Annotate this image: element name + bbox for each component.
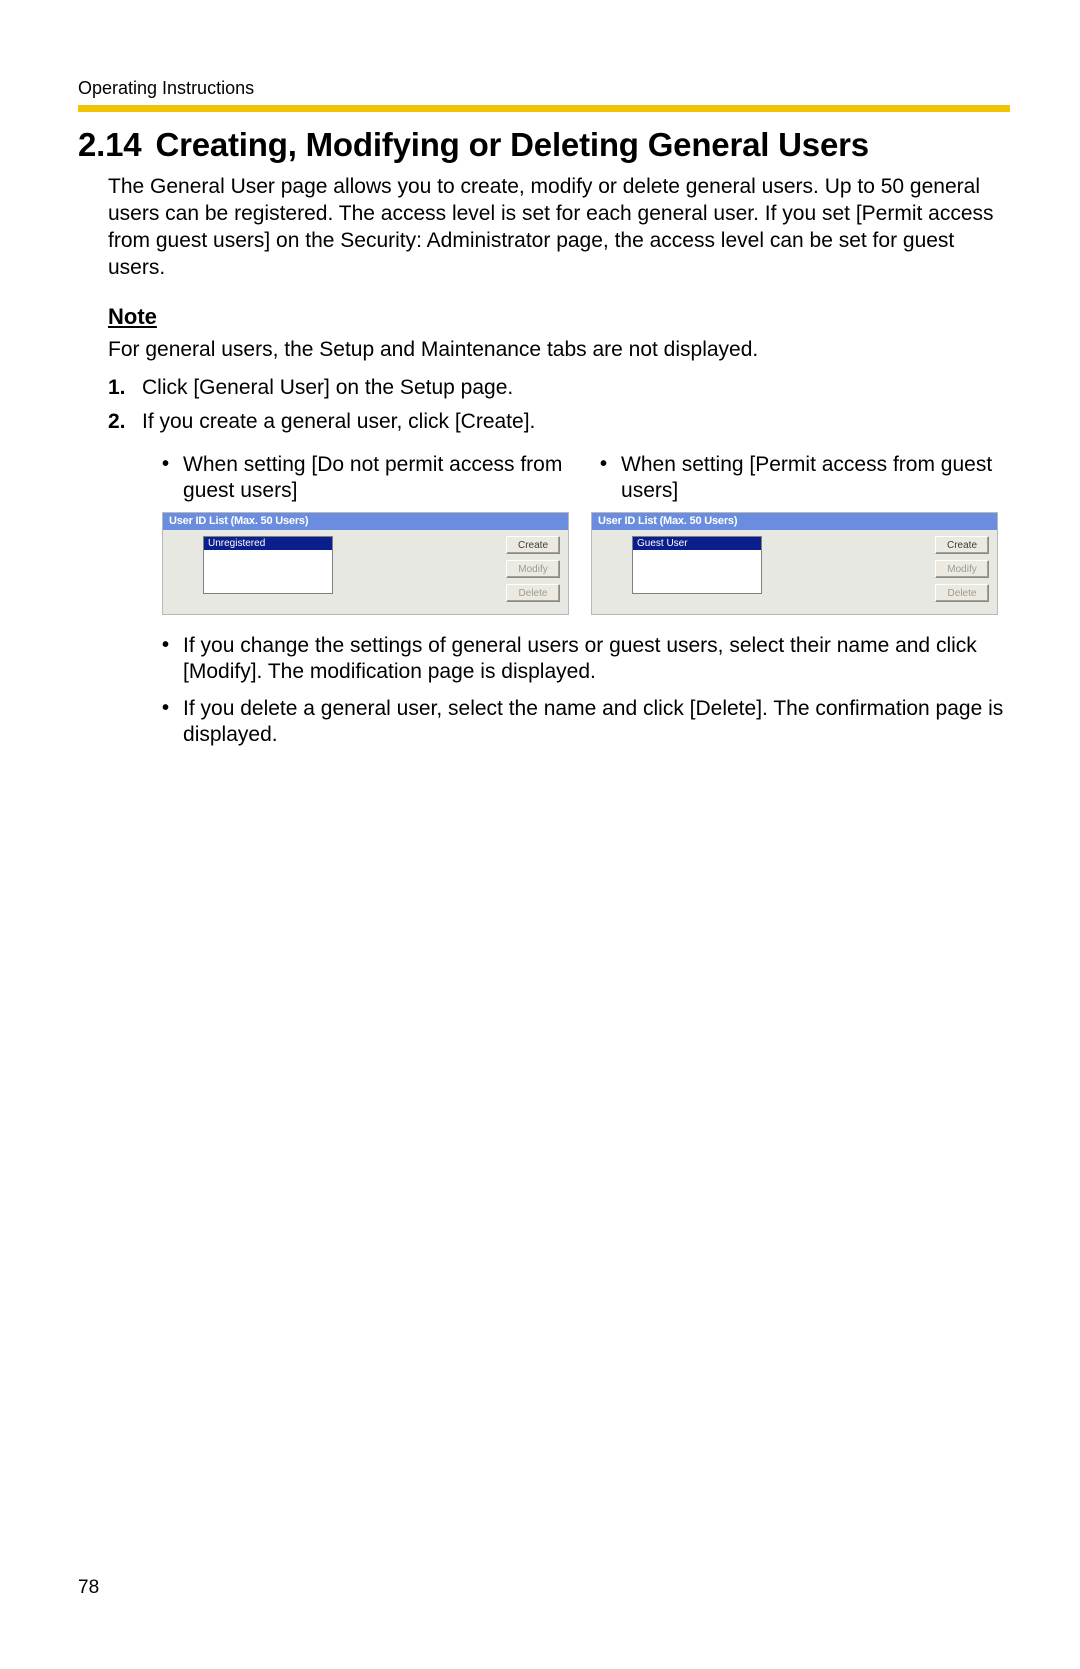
document-page: Operating Instructions 2.14 Creating, Mo… <box>0 0 1080 1669</box>
post-bullets: • If you change the settings of general … <box>162 633 1010 748</box>
post-bullet-1: • If you change the settings of general … <box>162 633 1010 686</box>
user-id-listbox[interactable]: Guest User <box>632 536 762 594</box>
create-button[interactable]: Create <box>506 536 560 554</box>
bullet-icon: • <box>162 696 169 749</box>
step-number: 1. <box>108 376 130 400</box>
bullet-icon: • <box>600 452 607 505</box>
scenario-right: • When setting [Permit access from guest… <box>600 452 1010 505</box>
section-title: Creating, Modifying or Deleting General … <box>155 126 868 164</box>
delete-button[interactable]: Delete <box>935 584 989 602</box>
panel-title: User ID List (Max. 50 Users) <box>163 513 568 530</box>
button-column: Create Modify Delete <box>506 536 560 602</box>
scenario-labels-row: • When setting [Do not permit access fro… <box>162 452 1010 505</box>
bullet-icon: • <box>162 452 169 505</box>
modify-button[interactable]: Modify <box>935 560 989 578</box>
scenario-right-text: When setting [Permit access from guest u… <box>621 452 1010 505</box>
step-number: 2. <box>108 410 130 434</box>
list-item[interactable]: Guest User <box>633 537 761 550</box>
section-number: 2.14 <box>78 126 141 164</box>
note-heading: Note <box>108 304 1010 330</box>
intro-paragraph: The General User page allows you to crea… <box>108 174 1010 282</box>
list-item[interactable]: Unregistered <box>204 537 332 550</box>
panel-body: Unregistered Create Modify Delete <box>163 530 568 614</box>
running-header: Operating Instructions <box>78 78 1010 99</box>
scenario-left-text: When setting [Do not permit access from … <box>183 452 572 505</box>
ordered-steps: 1. Click [General User] on the Setup pag… <box>108 376 1010 434</box>
create-button[interactable]: Create <box>935 536 989 554</box>
step-2: 2. If you create a general user, click [… <box>108 410 1010 434</box>
panel-body: Guest User Create Modify Delete <box>592 530 997 614</box>
bullet-icon: • <box>162 633 169 686</box>
button-column: Create Modify Delete <box>935 536 989 602</box>
step-1: 1. Click [General User] on the Setup pag… <box>108 376 1010 400</box>
page-number: 78 <box>78 1577 99 1599</box>
header-rule <box>78 105 1010 112</box>
post-bullet-2: • If you delete a general user, select t… <box>162 696 1010 749</box>
user-id-list-panel-right: User ID List (Max. 50 Users) Guest User … <box>591 512 998 615</box>
delete-button[interactable]: Delete <box>506 584 560 602</box>
scenario-left: • When setting [Do not permit access fro… <box>162 452 572 505</box>
ui-panels-row: User ID List (Max. 50 Users) Unregistere… <box>162 512 998 615</box>
user-id-list-panel-left: User ID List (Max. 50 Users) Unregistere… <box>162 512 569 615</box>
step-text: Click [General User] on the Setup page. <box>142 376 513 400</box>
bullet-text: If you change the settings of general us… <box>183 633 1010 686</box>
section-heading: 2.14 Creating, Modifying or Deleting Gen… <box>78 126 1010 164</box>
panel-title: User ID List (Max. 50 Users) <box>592 513 997 530</box>
user-id-listbox[interactable]: Unregistered <box>203 536 333 594</box>
note-body: For general users, the Setup and Mainten… <box>108 338 1010 362</box>
bullet-text: If you delete a general user, select the… <box>183 696 1010 749</box>
modify-button[interactable]: Modify <box>506 560 560 578</box>
step-text: If you create a general user, click [Cre… <box>142 410 535 434</box>
